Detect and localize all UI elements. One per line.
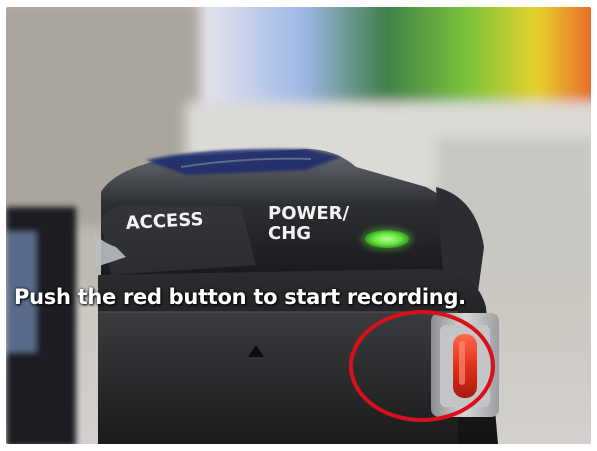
power-led-icon <box>365 230 409 248</box>
power-label-line2: CHG <box>268 223 311 244</box>
camera-photo: ACCESS POWER/ CHG <box>6 7 591 444</box>
instruction-caption: Push the red button to start recording. <box>14 285 466 309</box>
power-label-line1: POWER/ <box>268 203 350 224</box>
access-label: ACCESS <box>125 209 204 234</box>
photo: ACCESS POWER/ CHG Push the red button to… <box>6 7 591 444</box>
